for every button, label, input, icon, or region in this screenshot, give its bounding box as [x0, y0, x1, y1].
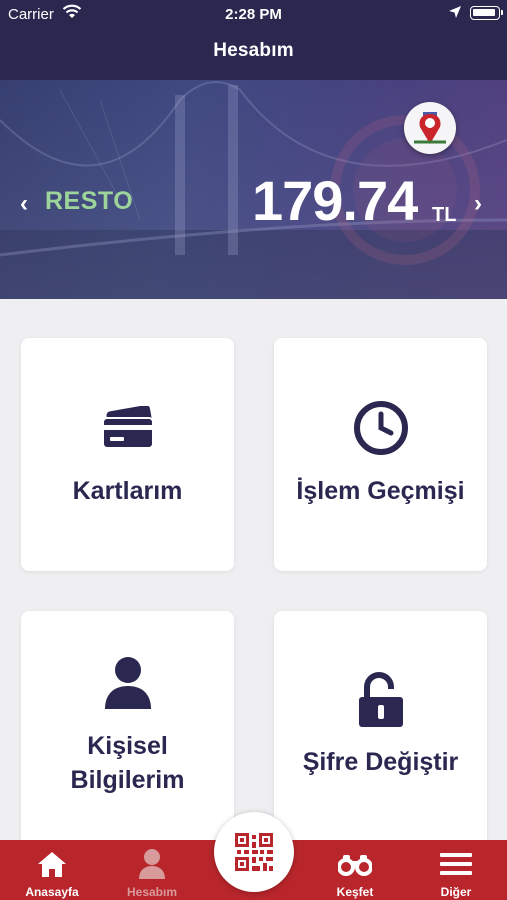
tab-label: Hesabım [126, 885, 178, 899]
tile-label-line1: Kişisel [87, 732, 168, 760]
chevron-right-icon[interactable]: › [474, 190, 482, 218]
tab-label: Diğer [440, 885, 472, 899]
tile-label: İşlem Geçmişi [296, 477, 465, 505]
balance-amount: 179.74 [252, 169, 418, 232]
unlock-icon [358, 672, 403, 727]
tile-kisisel-bilgilerim[interactable]: Kişisel Bilgilerim [21, 611, 234, 851]
tile-label: Şifre Değiştir [302, 748, 459, 776]
tab-anasayfa[interactable]: Anasayfa [7, 840, 97, 900]
tile-kartlarim[interactable]: Kartlarım [21, 338, 234, 571]
qr-code-icon [235, 833, 273, 871]
clock-time: 2:28 PM [225, 6, 282, 23]
home-icon [38, 852, 66, 877]
currency-label: TL [432, 204, 457, 226]
balance-banner: ‹ RESTO 179.74 TL › [0, 80, 507, 299]
clock-icon [353, 401, 408, 455]
tab-diger[interactable]: Diğer [411, 840, 501, 900]
credit-card-icon [101, 406, 154, 449]
tab-kesfet[interactable]: Keşfet [310, 840, 400, 900]
qr-scan-button[interactable] [214, 812, 294, 892]
map-pin-logo-icon [404, 102, 456, 154]
tile-sifre-degistir[interactable]: Şifre Değiştir [274, 611, 487, 851]
hamburger-icon [440, 853, 472, 875]
tile-label: Kartlarım [72, 477, 183, 505]
battery-icon [470, 6, 503, 20]
status-bar: Carrier 2:28 PM [0, 0, 507, 28]
user-icon [104, 657, 151, 709]
binoculars-icon [338, 855, 372, 876]
tab-hesabim[interactable]: Hesabım [107, 840, 197, 900]
person-icon [139, 849, 165, 879]
chevron-left-icon[interactable]: ‹ [20, 190, 28, 218]
tab-label: Keşfet [336, 885, 374, 899]
tab-label: Anasayfa [25, 885, 79, 899]
tile-label-line2: Bilgilerim [70, 766, 185, 794]
card-type-label: RESTO [45, 187, 134, 215]
location-arrow-icon [449, 6, 461, 18]
top-bar: Carrier 2:28 PM Hesabım [0, 0, 507, 80]
page-title: Hesabım [213, 40, 294, 61]
tile-islem-gecmisi[interactable]: İşlem Geçmişi [274, 338, 487, 571]
